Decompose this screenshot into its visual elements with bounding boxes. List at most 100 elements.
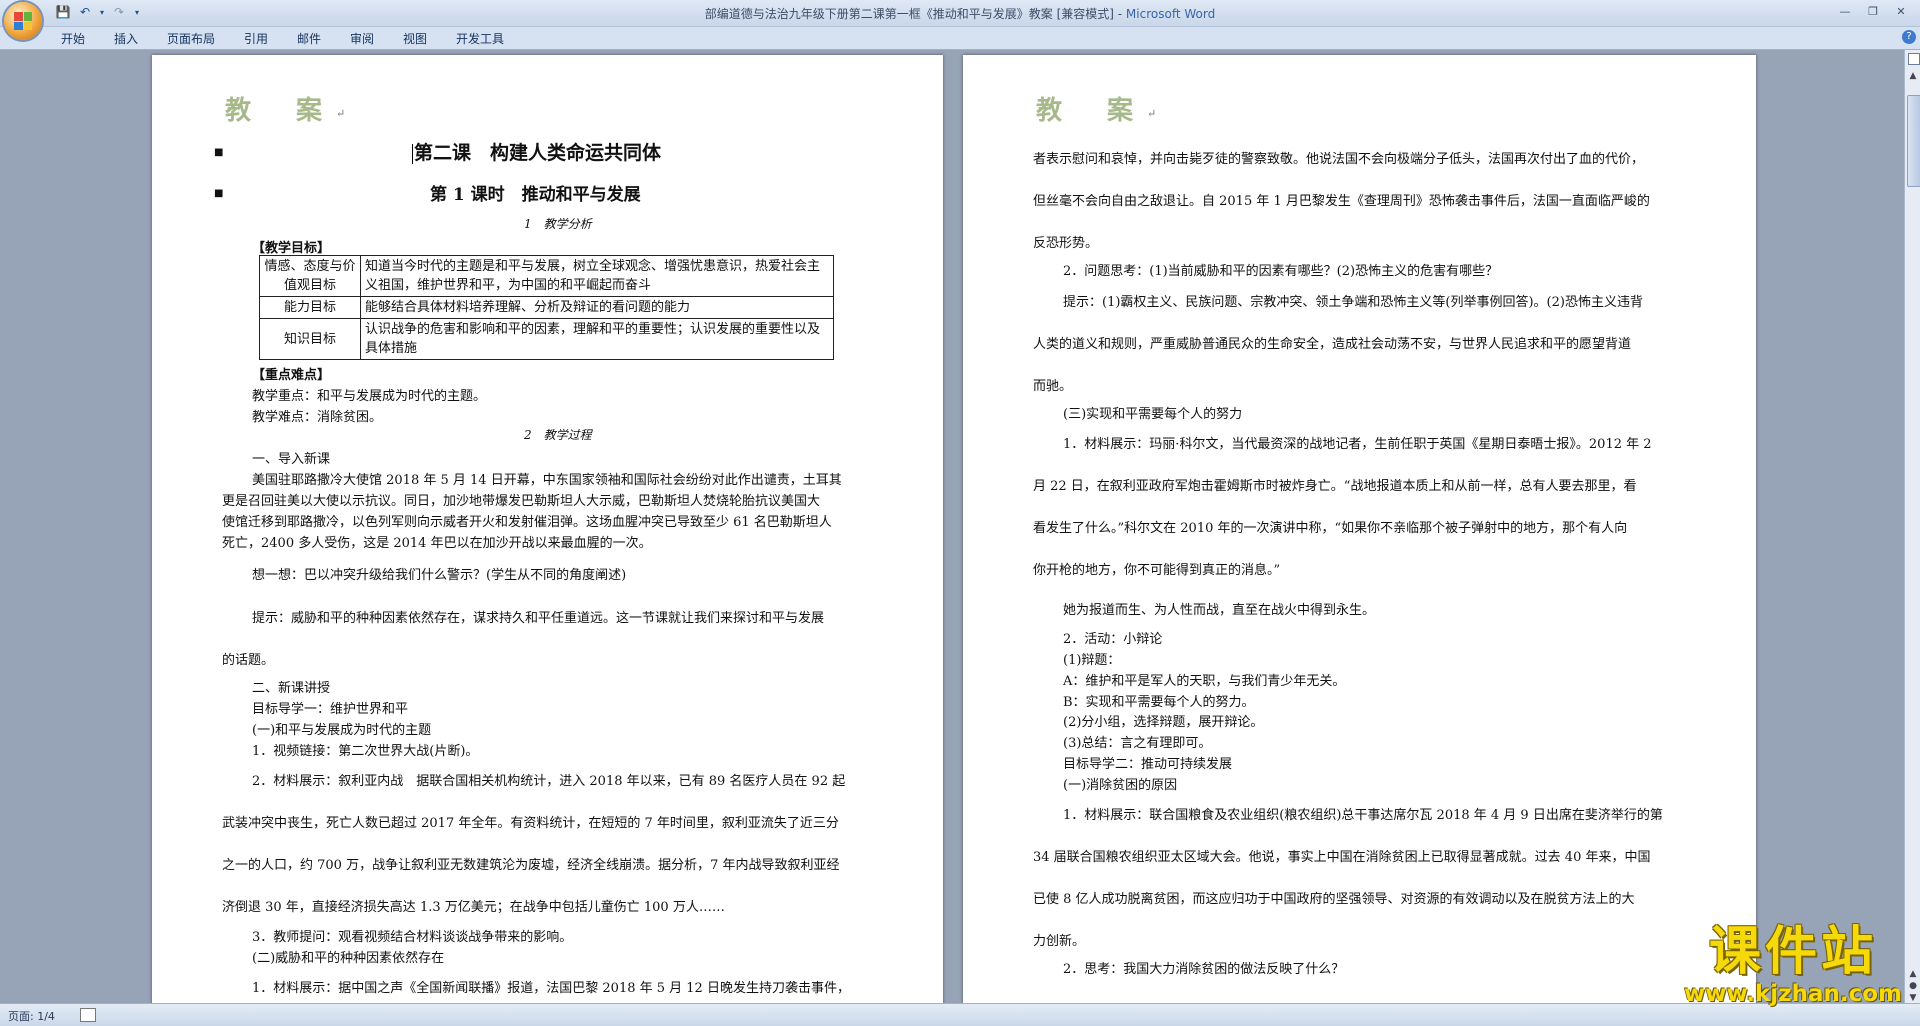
tab-view[interactable]: 视图	[403, 30, 427, 47]
body-line: 已使 8 亿人成功脱离贫困，而这应归功于中国政府的坚强领导、对资源的有效调动以及…	[1033, 892, 1635, 907]
paragraph-mark: ↵	[336, 107, 346, 120]
tab-page-layout[interactable]: 页面布局	[167, 30, 215, 47]
body-line: (二)威胁和平的种种因素依然存在	[252, 951, 445, 966]
close-icon[interactable]: ✕	[1888, 2, 1914, 20]
body-line: (三)实现和平需要每个人的努力	[1063, 407, 1243, 422]
goal-key: 情感、态度与价值观目标	[259, 255, 361, 297]
app-name: Microsoft Word	[1125, 7, 1216, 21]
body-line: 目标导学一：维护世界和平	[252, 702, 409, 717]
goals-table: 情感、态度与价值观目标 知道当今时代的主题是和平与发展，树立全球观念、增强忧患意…	[259, 255, 834, 360]
status-bar: 页面: 1/4	[0, 1003, 1920, 1026]
document-page-2[interactable]: 教 案 ↵ 者表示慰问和哀悼，并向击毙歹徒的警察致敬。他说法国不会向极端分子低头…	[963, 55, 1756, 1003]
tab-home[interactable]: 开始	[61, 30, 85, 47]
text-cursor	[412, 144, 413, 164]
body-line: 武装冲突中丧生，死亡人数已超过 2017 年全年。有资料统计，在短短的 7 年时…	[222, 816, 839, 831]
bullet-icon: ■	[214, 188, 224, 199]
window-controls: — ❐ ✕	[1832, 2, 1914, 20]
office-logo-icon	[14, 12, 32, 30]
help-icon[interactable]: ?	[1902, 30, 1916, 44]
body-line: 想一想：巴以冲突升级给我们什么警示？(学生从不同的角度阐述)	[252, 568, 627, 583]
proofing-icon[interactable]	[80, 1008, 96, 1022]
body-line: 目标导学二：推动可持续发展	[1063, 757, 1233, 772]
page-header: 教 案	[225, 96, 341, 126]
body-line: 2．活动：小辩论	[1063, 632, 1163, 647]
body-line: 二、新课讲授	[252, 681, 331, 696]
key-point: 教学重点：和平与发展成为时代的主题。	[252, 389, 487, 404]
view-ruler-icon[interactable]	[1908, 53, 1920, 65]
difficulty: 教学难点：消除贫困。	[252, 410, 383, 425]
document-title: 部编道德与法治九年级下册第二课第一框《推动和平与发展》教案 [兼容模式] -	[704, 7, 1126, 21]
table-row: 知识目标 认识战争的危害和影响和平的因素，理解和平的重要性；认识发展的重要性以及…	[259, 318, 834, 360]
ribbon-tabs: 开始 插入 页面布局 引用 邮件 审阅 视图 开发工具	[0, 27, 1920, 50]
tab-developer[interactable]: 开发工具	[456, 30, 504, 47]
body-line: 使馆迁移到耶路撒冷，以色列军则向示威者开火和发射催泪弹。这场血腥冲突已导致至少 …	[222, 515, 832, 530]
body-line: 一、导入新课	[252, 452, 331, 467]
body-line: (3)总结：言之有理即可。	[1063, 736, 1212, 751]
body-line: 34 届联合国粮农组织亚太区域大会。他说，事实上中国在消除贫困上已取得显著成就。…	[1033, 850, 1651, 865]
section-heading: 2 教学过程	[524, 428, 592, 442]
restore-icon[interactable]: ❐	[1860, 2, 1886, 20]
body-line: 2．思考：我国大力消除贫困的做法反映了什么？	[1063, 962, 1345, 977]
goal-value: 知道当今时代的主题是和平与发展，树立全球观念、增强忧患意识，热爱社会主义祖国，维…	[360, 255, 834, 297]
watermark-url: www.kjzhan.com	[1684, 981, 1902, 1007]
body-line: 她为报道而生、为人性而战，直至在战火中得到永生。	[1063, 603, 1376, 618]
body-line: 2．材料展示：叙利亚内战 据联合国相关机构统计，进入 2018 年以来，已有 8…	[252, 774, 846, 789]
body-line: (1)辩题：	[1063, 653, 1121, 668]
body-line: 1．材料展示：联合国粮食及农业组织(粮农组织)总干事达席尔瓦 2018 年 4 …	[1063, 808, 1663, 823]
office-button[interactable]	[4, 2, 42, 40]
body-line: A：维护和平是军人的天职，与我们青少年无关。	[1063, 674, 1346, 689]
minimize-icon[interactable]: —	[1832, 2, 1858, 20]
tab-references[interactable]: 引用	[244, 30, 268, 47]
body-line: 人类的道义和规则，严重威胁普通民众的生命安全，造成社会动荡不安，与世界人民追求和…	[1033, 337, 1632, 352]
tab-review[interactable]: 审阅	[350, 30, 374, 47]
scroll-thumb[interactable]	[1907, 95, 1920, 187]
body-line: 更是召回驻美以大使以示抗议。同日，加沙地带爆发巴勒斯坦人大示威，巴勒斯坦人焚烧轮…	[222, 494, 821, 509]
body-line: 提示：(1)霸权主义、民族问题、宗教冲突、领土争端和恐怖主义等(列举事例回答)。…	[1063, 295, 1643, 310]
body-line: 1．视频链接：第二次世界大战(片断)。	[252, 744, 479, 759]
page-header: 教 案	[1036, 96, 1152, 126]
goal-value: 认识战争的危害和影响和平的因素，理解和平的重要性；认识发展的重要性以及具体措施	[360, 318, 834, 360]
site-watermark: 课件站 www.kjzhan.com	[1668, 923, 1918, 1007]
body-line: 3．教师提问：观看视频结合材料谈谈战争带来的影响。	[252, 930, 573, 945]
watermark-brand: 课件站	[1708, 922, 1877, 982]
document-page-1[interactable]: 教 案 ↵ ■ 第二课 构建人类命运共同体 ■ 第 1 课时 推动和平与发展 1…	[152, 55, 943, 1003]
tab-insert[interactable]: 插入	[114, 30, 138, 47]
table-row: 能力目标 能够结合具体材料培养理解、分析及辩证的看问题的能力	[259, 296, 834, 319]
body-line: 月 22 日，在叙利亚政府军炮击霍姆斯市时被炸身亡。“战地报道本质上和从前一样，…	[1033, 479, 1637, 494]
body-line: 1．材料展示：据中国之声《全国新闻联播》报道，法国巴黎 2018 年 5 月 1…	[252, 981, 850, 996]
table-row: 情感、态度与价值观目标 知道当今时代的主题是和平与发展，树立全球观念、增强忧患意…	[259, 255, 834, 297]
tab-mailings[interactable]: 邮件	[297, 30, 321, 47]
goals-label: 【教学目标】	[252, 241, 331, 256]
section-heading: 1 教学分析	[524, 217, 592, 231]
body-line: (一)消除贫困的原因	[1063, 778, 1178, 793]
body-line: 死亡，2400 多人受伤，这是 2014 年巴以在加沙开战以来最血腥的一次。	[222, 536, 652, 551]
body-line: 2．问题思考：(1)当前威胁和平的因素有哪些？(2)恐怖主义的危害有哪些？	[1063, 264, 1499, 279]
body-line: 看发生了什么。”科尔文在 2010 年的一次演讲中称，“如果你不亲临那个被子弹射…	[1033, 521, 1628, 536]
body-line: (2)分小组，选择辩题，展开辩论。	[1063, 715, 1264, 730]
body-line: 者表示慰问和哀悼，并向击毙歹徒的警察致敬。他说法国不会向极端分子低头，法国再次付…	[1033, 152, 1645, 167]
page-indicator[interactable]: 页面: 1/4	[8, 1008, 55, 1024]
goal-key: 知识目标	[259, 318, 361, 360]
goal-value: 能够结合具体材料培养理解、分析及辩证的看问题的能力	[360, 296, 834, 319]
body-line: 力创新。	[1033, 934, 1086, 949]
body-line: (一)和平与发展成为时代的主题	[252, 723, 432, 738]
bullet-icon: ■	[214, 147, 224, 158]
lesson-title-text: 第二课 构建人类命运共同体	[414, 142, 662, 164]
document-workspace: 教 案 ↵ ■ 第二课 构建人类命运共同体 ■ 第 1 课时 推动和平与发展 1…	[0, 50, 1904, 1003]
period-title: 第 1 课时 推动和平与发展	[430, 185, 641, 205]
body-line: 但丝毫不会向自由之敌退让。自 2015 年 1 月巴黎发生《查理周刊》恐怖袭击事…	[1033, 194, 1650, 209]
scroll-up-icon[interactable]: ▲	[1907, 70, 1919, 82]
body-line: 济倒退 30 年，直接经济损失高达 1.3 万亿美元；在战争中包括儿童伤亡 10…	[222, 900, 725, 915]
window-title: 部编道德与法治九年级下册第二课第一框《推动和平与发展》教案 [兼容模式] - M…	[0, 5, 1920, 22]
goal-key: 能力目标	[259, 296, 361, 319]
lesson-title: 第二课 构建人类命运共同体	[412, 138, 661, 165]
body-line: 的话题。	[222, 653, 275, 668]
body-line: 1．材料展示：玛丽·科尔文，当代最资深的战地记者，生前任职于英国《星期日泰晤士报…	[1063, 437, 1652, 452]
paragraph-mark: ↵	[1147, 107, 1157, 120]
vertical-scrollbar[interactable]: ▲ ▲ ● ▼	[1904, 50, 1920, 1003]
body-line: B：实现和平需要每个人的努力。	[1063, 695, 1255, 710]
body-line: 提示：威胁和平的种种因素依然存在，谋求持久和平任重道远。这一节课就让我们来探讨和…	[252, 611, 825, 626]
keypoints-label: 【重点难点】	[252, 368, 331, 383]
body-line: 你开枪的地方，你不可能得到真正的消息。”	[1033, 563, 1281, 578]
title-bar: 💾 ↶ ▾ ↷ ▾ 部编道德与法治九年级下册第二课第一框《推动和平与发展》教案 …	[0, 0, 1920, 27]
